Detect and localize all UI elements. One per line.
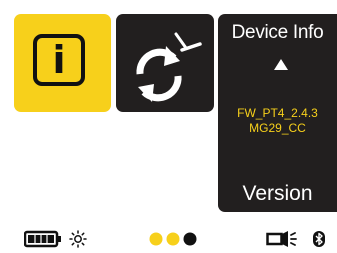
battery-icon (24, 230, 61, 248)
firmware-version: FW_PT4_2.4.3 (237, 106, 318, 120)
panel-title: Device Info (231, 22, 324, 43)
flashlight-icon (266, 231, 297, 247)
panel-footer: Version (242, 182, 313, 205)
info-glyph: i (52, 38, 66, 82)
detector-icon (174, 32, 202, 52)
page-indicator (149, 232, 197, 246)
brightness-icon (69, 230, 87, 248)
model-name: MG29_CC (249, 121, 306, 135)
device-info-panel: Device Info FW_PT4_2.4.3 MG29_CC Version (218, 14, 337, 212)
page-dot (166, 232, 180, 246)
sync-tile[interactable] (116, 14, 214, 112)
info-tile[interactable]: i (14, 14, 111, 112)
page-dot (183, 232, 197, 246)
page-dot (149, 232, 163, 246)
up-arrow-icon[interactable] (274, 59, 288, 70)
info-icon: i (33, 34, 85, 86)
bluetooth-icon (313, 231, 325, 247)
